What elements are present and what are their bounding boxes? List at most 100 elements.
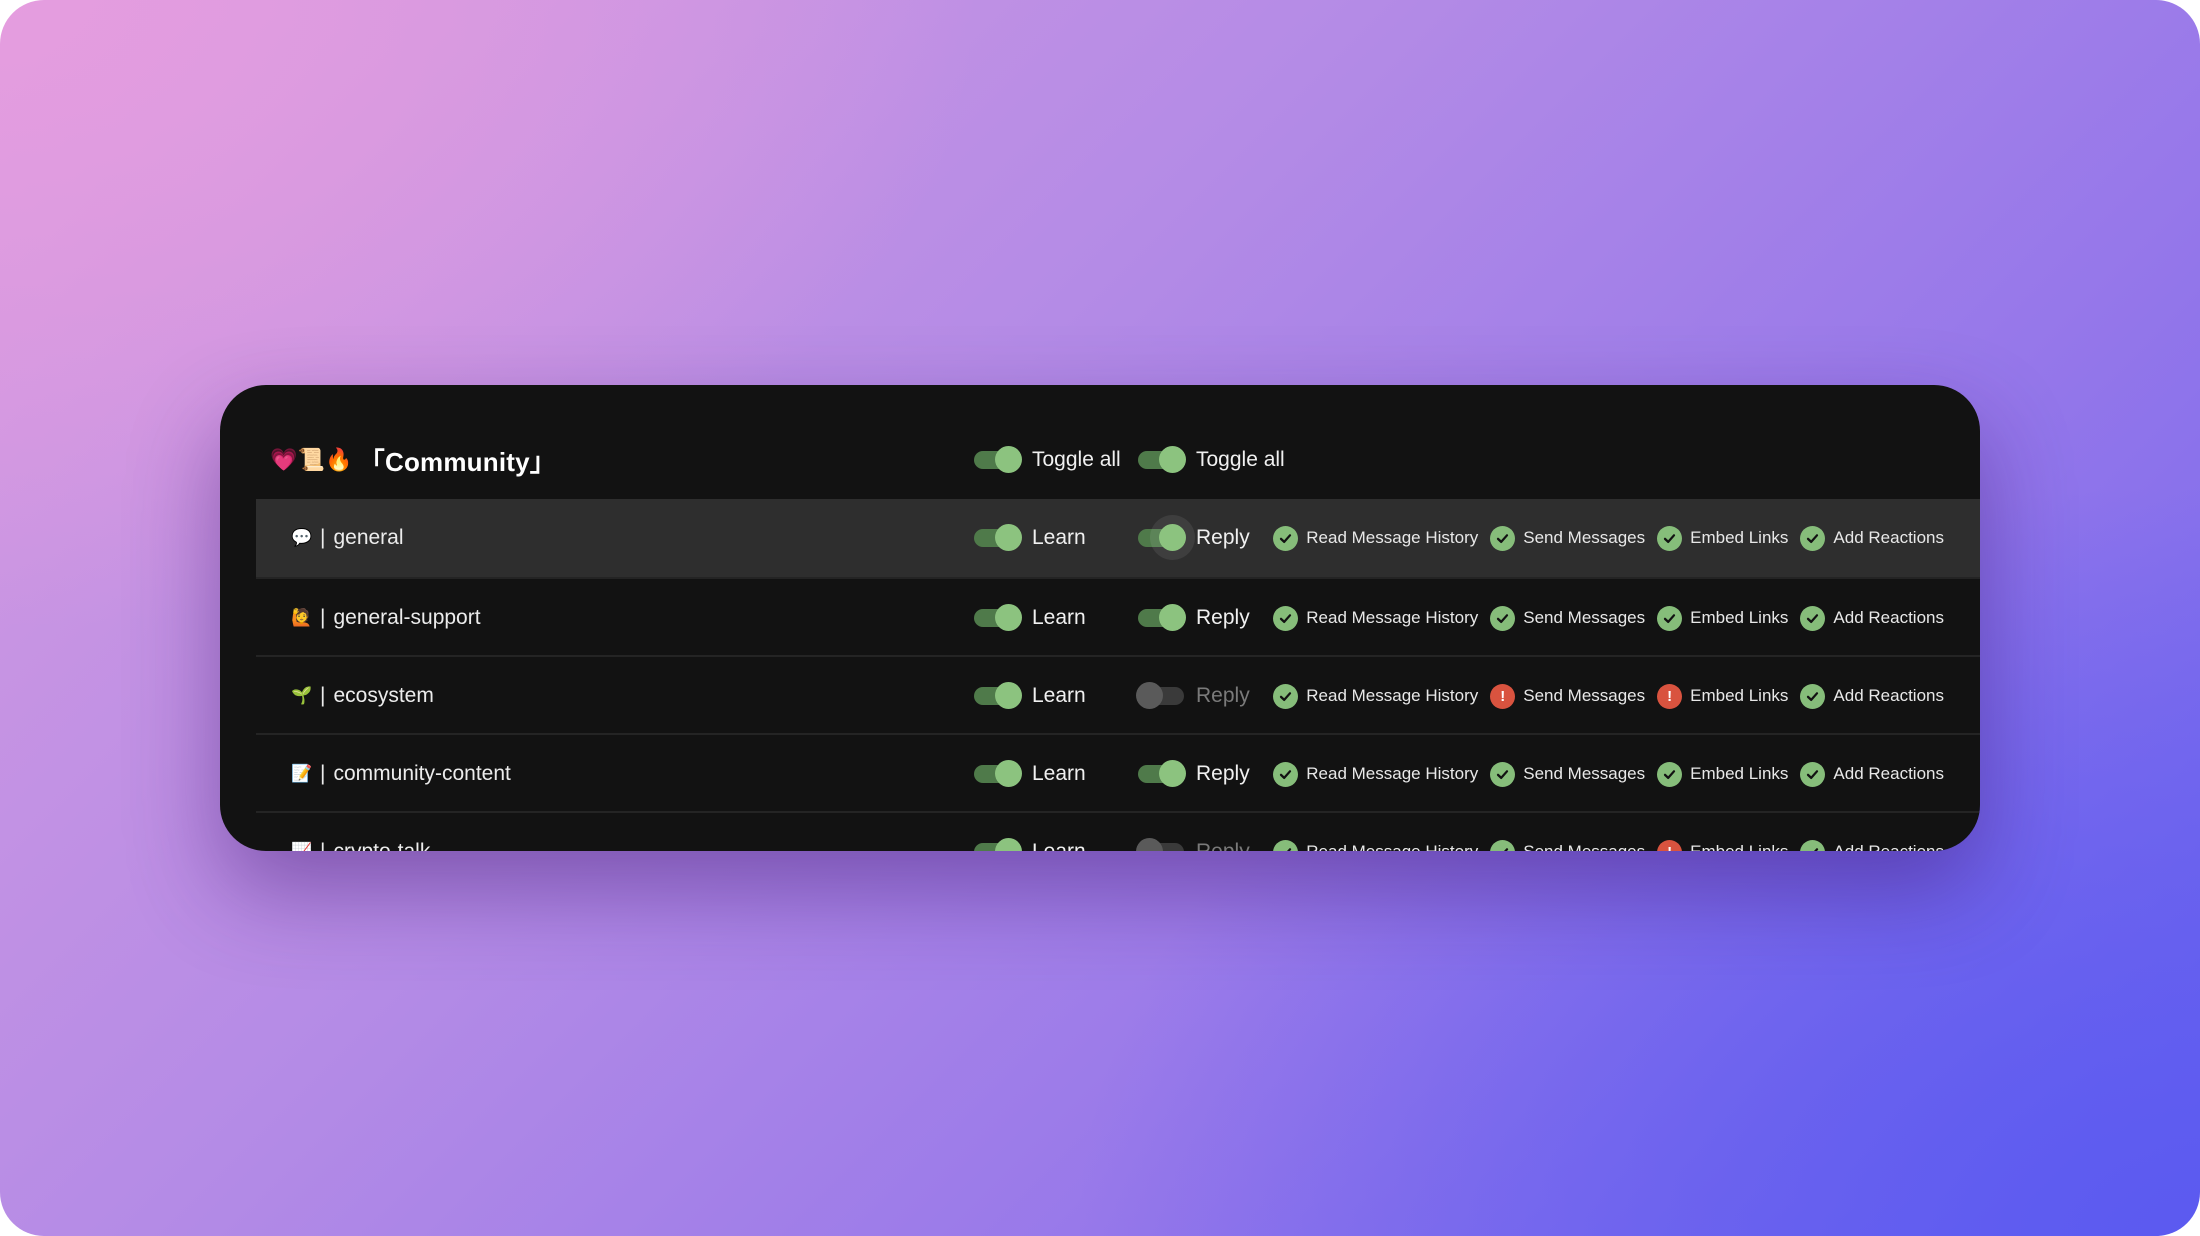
channel-label: community-content xyxy=(333,762,511,785)
permission-status: Send Messages xyxy=(1490,839,1645,851)
channel-name: 📝 | community-content xyxy=(290,735,511,813)
toggle-all-reply-switch[interactable] xyxy=(1138,446,1186,473)
channel-row: 📝 | community-content Learn Reply Read Messag… xyxy=(256,733,1980,813)
toggle-all-learn[interactable]: Toggle all xyxy=(974,421,1121,499)
learn-toggle[interactable]: Learn xyxy=(974,499,1086,577)
learn-switch[interactable] xyxy=(974,682,1022,709)
reply-label: Reply xyxy=(1196,762,1250,785)
check-circle-icon xyxy=(1273,761,1299,787)
permission-label: Embed Links xyxy=(1690,764,1789,783)
reply-switch[interactable] xyxy=(1138,760,1186,787)
learn-toggle[interactable]: Learn xyxy=(974,813,1086,851)
reply-toggle[interactable]: Reply xyxy=(1138,579,1250,657)
permission-list: Read Message History Send Messages Embed L… xyxy=(1261,499,1944,577)
permission-label: Read Message History xyxy=(1306,764,1479,783)
reply-switch[interactable] xyxy=(1138,604,1186,631)
check-circle-icon xyxy=(1490,605,1516,631)
permission-label: Embed Links xyxy=(1690,686,1789,705)
learn-toggle[interactable]: Learn xyxy=(974,579,1086,657)
check-circle-icon xyxy=(1490,761,1516,787)
channel-separator: | xyxy=(320,762,326,785)
learn-label: Learn xyxy=(1032,606,1086,629)
permission-label: Add Reactions xyxy=(1833,528,1944,547)
permission-status: Send Messages xyxy=(1490,761,1645,787)
permission-status: Embed Links xyxy=(1657,761,1789,787)
check-circle-icon xyxy=(1657,761,1683,787)
reply-toggle[interactable]: Reply xyxy=(1138,499,1250,577)
permission-status: Send Messages xyxy=(1490,605,1645,631)
permission-label: Embed Links xyxy=(1690,608,1789,627)
permission-label: Add Reactions xyxy=(1833,608,1944,627)
switch-knob xyxy=(1159,760,1186,787)
learn-switch[interactable] xyxy=(974,604,1022,631)
learn-switch[interactable] xyxy=(974,524,1022,551)
toggle-all-learn-label: Toggle all xyxy=(1032,448,1121,471)
category-name: 「Community」 xyxy=(358,446,556,477)
check-circle-icon xyxy=(1273,605,1299,631)
reply-toggle[interactable]: Reply xyxy=(1136,813,1250,851)
reply-switch[interactable] xyxy=(1136,682,1184,709)
switch-knob xyxy=(995,838,1022,851)
permission-label: Add Reactions xyxy=(1833,842,1944,851)
permission-status: Add Reactions xyxy=(1800,525,1944,551)
permission-status: Add Reactions xyxy=(1800,683,1944,709)
switch-knob xyxy=(995,524,1022,551)
reply-switch[interactable] xyxy=(1136,838,1184,851)
channel-name: 📈 | crypto-talk xyxy=(290,813,430,851)
check-circle-icon xyxy=(1273,839,1299,851)
channel-row: 🙋 | general-support Learn Reply Read Message … xyxy=(256,577,1980,657)
permission-label: Embed Links xyxy=(1690,528,1789,547)
check-circle-icon xyxy=(1800,525,1826,551)
permission-status: ! Send Messages xyxy=(1490,683,1645,709)
permission-status: Read Message History xyxy=(1273,605,1478,631)
permission-list: Read Message History Send Messages Embed L… xyxy=(1261,735,1944,813)
permission-label: Send Messages xyxy=(1523,528,1646,547)
permission-label: Add Reactions xyxy=(1833,764,1944,783)
channel-emoji-icon: 📝 xyxy=(291,764,313,783)
toggle-all-reply-label: Toggle all xyxy=(1196,448,1285,471)
toggle-all-learn-switch[interactable] xyxy=(974,446,1022,473)
channel-emoji-icon: 📈 xyxy=(290,842,314,851)
learn-label: Learn xyxy=(1032,684,1086,707)
permission-label: Read Message History xyxy=(1306,528,1479,547)
switch-knob xyxy=(1159,604,1186,631)
channel-label: general xyxy=(333,526,404,549)
channel-separator: | xyxy=(320,684,326,707)
warning-circle-icon: ! xyxy=(1490,683,1516,709)
channel-separator: | xyxy=(320,526,326,549)
learn-toggle[interactable]: Learn xyxy=(974,735,1086,813)
learn-label: Learn xyxy=(1032,840,1086,851)
channel-row: 💬 | general Learn Reply Read Message History S… xyxy=(256,499,1980,577)
check-circle-icon xyxy=(1273,525,1299,551)
switch-knob xyxy=(995,760,1022,787)
reply-switch[interactable] xyxy=(1138,524,1186,551)
category-emoji-icon: 💗📜🔥 xyxy=(270,447,353,472)
check-circle-icon xyxy=(1800,605,1826,631)
channel-emoji-icon: 🙋 xyxy=(291,608,313,627)
permission-status: ! Embed Links xyxy=(1657,839,1788,851)
category-header: 💗📜🔥 「Community」 Toggle all Toggle all xyxy=(256,421,1980,499)
check-circle-icon xyxy=(1800,761,1826,787)
permission-label: Read Message History xyxy=(1306,686,1479,705)
reply-toggle[interactable]: Reply xyxy=(1138,735,1250,813)
channel-name: 🌱 | ecosystem xyxy=(290,657,433,735)
reply-label: Reply xyxy=(1196,840,1250,851)
learn-label: Learn xyxy=(1032,526,1086,549)
check-circle-icon xyxy=(1490,525,1516,551)
channel-separator: | xyxy=(320,606,326,629)
channel-name: 💬 | general xyxy=(290,499,404,577)
permission-status: Embed Links xyxy=(1657,605,1789,631)
category-title: 💗📜🔥 「Community」 xyxy=(270,421,556,499)
learn-toggle[interactable]: Learn xyxy=(974,657,1086,735)
channel-name: 🙋 | general-support xyxy=(290,579,480,657)
reply-label: Reply xyxy=(1196,684,1250,707)
permission-status: Add Reactions xyxy=(1800,761,1944,787)
learn-switch[interactable] xyxy=(974,760,1022,787)
toggle-all-reply[interactable]: Toggle all xyxy=(1138,421,1285,499)
reply-toggle[interactable]: Reply xyxy=(1136,657,1250,735)
channel-emoji-icon: 💬 xyxy=(291,528,313,547)
permission-list: Read Message History Send Messages Embed L… xyxy=(1261,579,1944,657)
permission-label: Add Reactions xyxy=(1833,686,1944,705)
learn-switch[interactable] xyxy=(974,838,1022,851)
permission-status: Embed Links xyxy=(1657,525,1789,551)
